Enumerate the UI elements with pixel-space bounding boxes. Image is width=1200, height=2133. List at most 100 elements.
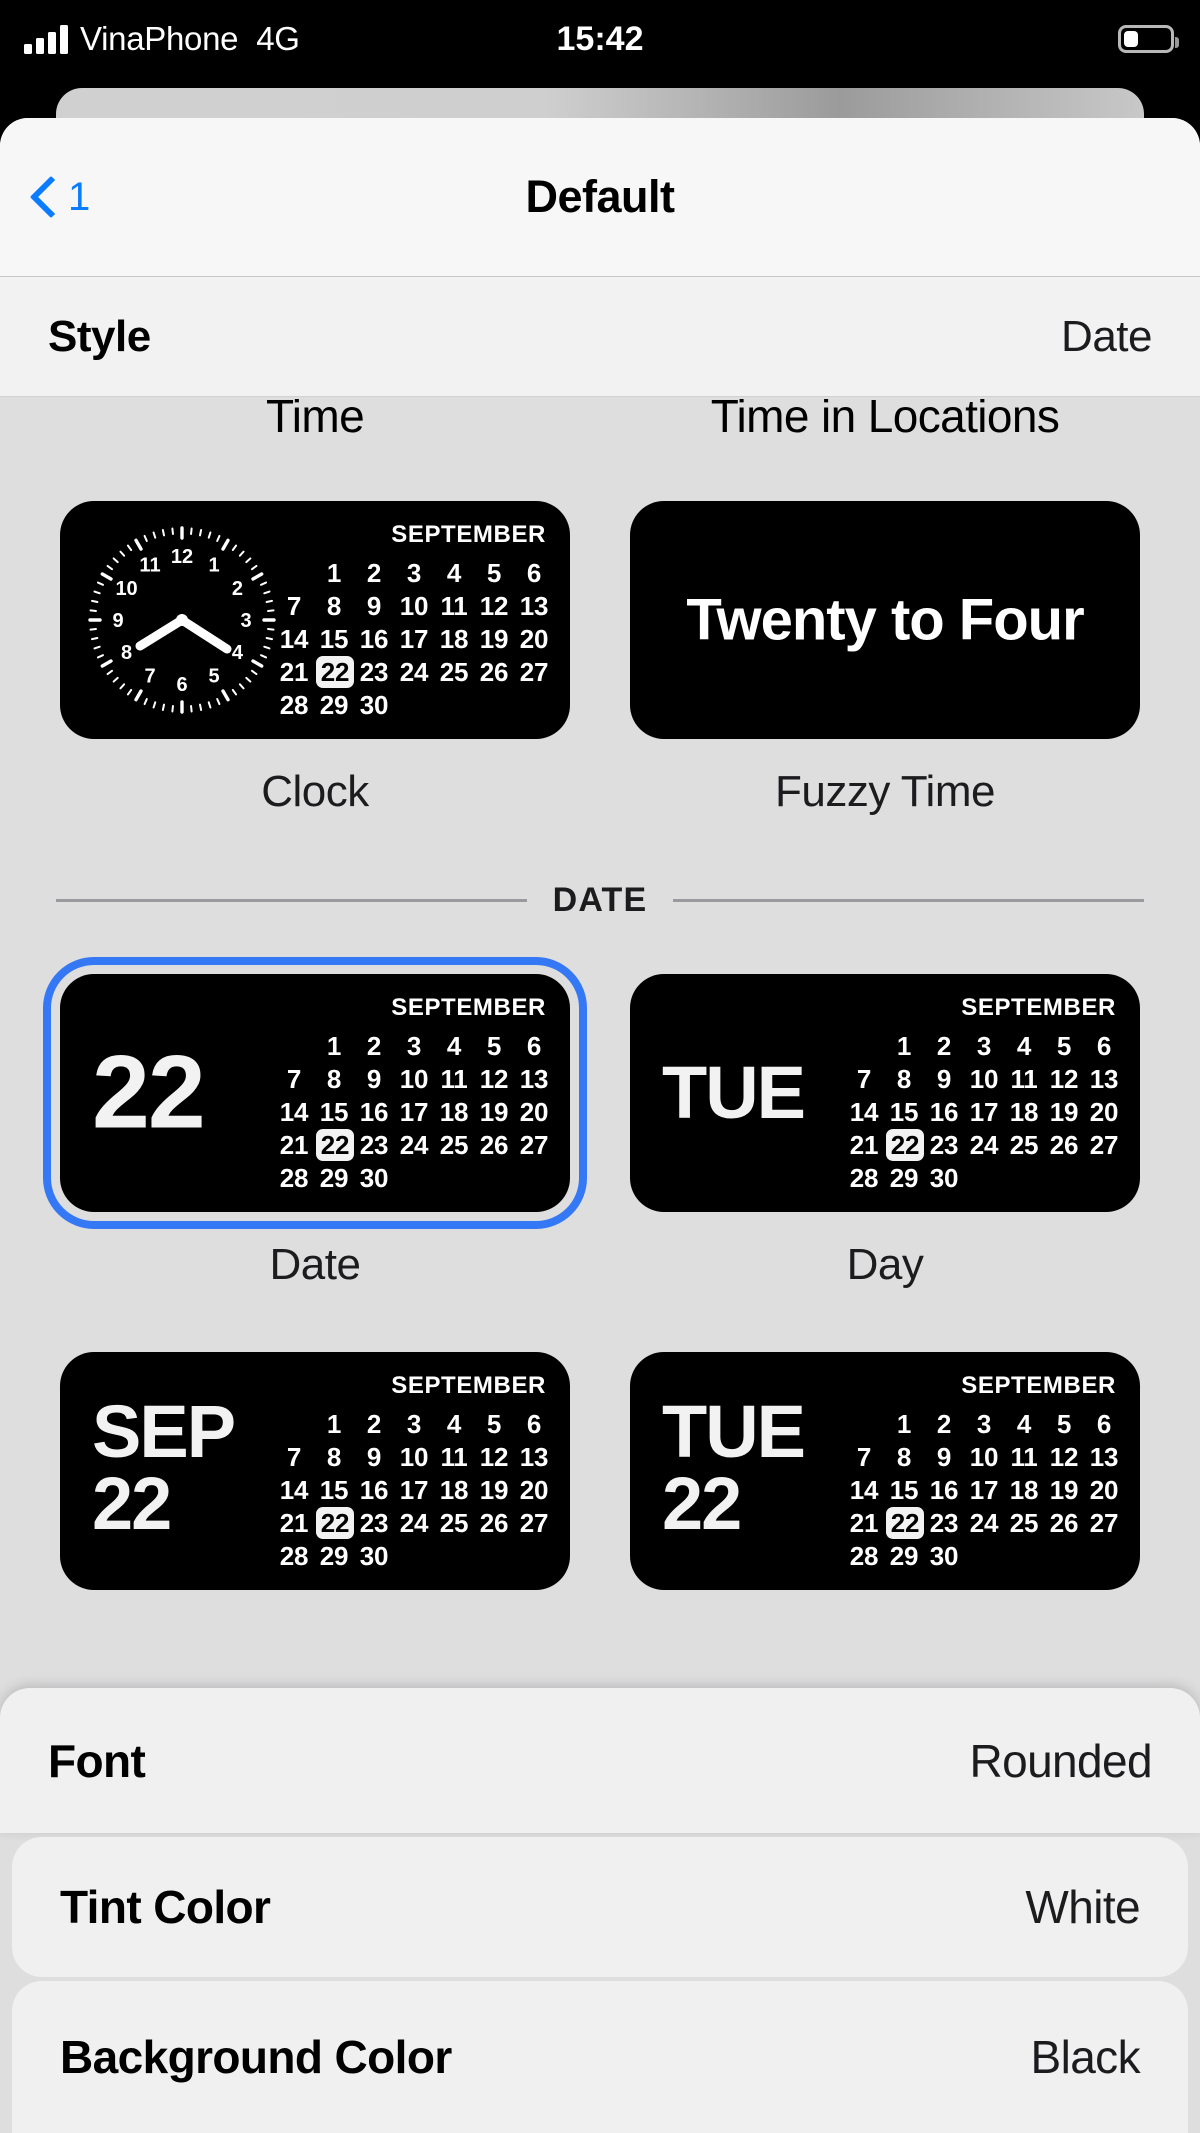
option-label: Font — [48, 1734, 146, 1787]
calendar-day-cell: 12 — [1049, 1442, 1079, 1472]
calendar-day-cell: 14 — [849, 1475, 879, 1505]
calendar-day-cell: 3 — [406, 1409, 422, 1439]
calendar-day-cell: 11 — [440, 1442, 468, 1472]
calendar-day-cell: 15 — [319, 1475, 349, 1505]
widget-month-label: SEPTEMBER — [391, 521, 546, 548]
mini-calendar: 0123456789101112131415161718192021222324… — [276, 557, 552, 722]
calendar-day-cell: 22 — [886, 1507, 924, 1539]
navigation-bar: 1 Default — [0, 118, 1200, 277]
calendar-day-cell: 1 — [326, 1031, 342, 1061]
calendar-day-cell: 6 — [526, 1409, 542, 1439]
calendar-day-cell: 9 — [936, 1064, 952, 1094]
calendar-day-cell: 20 — [519, 1475, 549, 1505]
option-row-background-color[interactable]: Background Color Black — [12, 1981, 1188, 2133]
calendar-day-cell: 7 — [856, 1064, 872, 1094]
calendar-day-cell: 30 — [359, 1541, 389, 1571]
calendar-day-cell: 12 — [1049, 1064, 1079, 1094]
date-section-title: DATE — [552, 881, 648, 919]
calendar-day-cell: 4 — [1016, 1031, 1032, 1061]
calendar-day-cell: 4 — [446, 1031, 462, 1061]
calendar-day-cell: 24 — [399, 1130, 429, 1160]
calendar-day-cell: 9 — [936, 1442, 952, 1472]
calendar-day-cell: 11 — [1010, 1064, 1038, 1094]
style-option-day-date[interactable]: TUE 22 SEPTEMBER 01234567891011121314151… — [630, 1352, 1140, 1590]
svg-text:2: 2 — [232, 578, 243, 600]
calendar-day-cell: 13 — [1089, 1442, 1119, 1472]
calendar-day-cell: 29 — [889, 1541, 919, 1571]
svg-text:10: 10 — [115, 578, 137, 600]
mini-calendar: 0123456789101112131415161718192021222324… — [846, 1030, 1122, 1195]
month-date-widget-preview[interactable]: SEP 22 SEPTEMBER 01234567891011121314151… — [60, 1352, 570, 1590]
calendar-day-cell: 21 — [279, 657, 309, 687]
calendar-day-cell: 26 — [1049, 1130, 1079, 1160]
style-option-month-date[interactable]: SEP 22 SEPTEMBER 01234567891011121314151… — [60, 1352, 570, 1590]
calendar-day-cell: 7 — [286, 1442, 302, 1472]
day-date-widget-glyph: TUE 22 — [662, 1395, 806, 1541]
day-widget-preview[interactable]: TUE SEPTEMBER 01234567891011121314151617… — [630, 974, 1140, 1212]
option-row-tint-color[interactable]: Tint Color White — [12, 1837, 1188, 1977]
calendar-day-cell: 19 — [1049, 1475, 1079, 1505]
calendar-day-cell: 29 — [889, 1163, 919, 1193]
style-option-label: Day — [846, 1240, 924, 1289]
date-widget-glyph: 22 — [92, 1034, 206, 1151]
date-widget-preview[interactable]: 22 SEPTEMBER 012345678910111213141516171… — [43, 957, 587, 1229]
calendar-day-cell: 20 — [1089, 1097, 1119, 1127]
calendar-day-cell: 25 — [439, 1130, 469, 1160]
calendar-day-cell: 29 — [319, 690, 349, 720]
calendar-day-cell: 5 — [1056, 1409, 1072, 1439]
calendar-day-cell: 18 — [439, 1097, 469, 1127]
calendar-day-cell: 10 — [969, 1064, 999, 1094]
fuzzy-time-widget-preview[interactable]: Twenty to Four — [630, 501, 1140, 739]
calendar-day-cell: 4 — [1016, 1409, 1032, 1439]
calendar-day-cell: 15 — [319, 624, 349, 654]
day-date-widget-preview[interactable]: TUE 22 SEPTEMBER 01234567891011121314151… — [630, 1352, 1140, 1590]
calendar-day-cell: 17 — [969, 1475, 999, 1505]
calendar-day-cell: 19 — [1049, 1097, 1079, 1127]
calendar-day-cell: 15 — [319, 1097, 349, 1127]
date-widgets-row-2: SEP 22 SEPTEMBER 01234567891011121314151… — [0, 1352, 1200, 1590]
style-option-clock[interactable]: 121234567891011 SEPTEMBER 01234567891011… — [60, 501, 570, 817]
calendar-day-cell: 26 — [479, 1508, 509, 1538]
calendar-day-cell: 27 — [1089, 1130, 1119, 1160]
style-option-day[interactable]: TUE SEPTEMBER 01234567891011121314151617… — [630, 974, 1140, 1290]
calendar-day-cell: 16 — [929, 1097, 959, 1127]
bottom-options-sheet: Font Rounded Tint Color White Background… — [0, 1688, 1200, 2133]
glyph-line-2: 22 — [92, 1461, 172, 1545]
calendar-day-cell: 24 — [399, 1508, 429, 1538]
calendar-day-cell: 7 — [856, 1442, 872, 1472]
calendar-day-cell: 4 — [446, 1409, 462, 1439]
calendar-day-cell: 4 — [446, 558, 462, 588]
time-section-cut-titles: Time Time in Locations — [0, 399, 1200, 435]
style-option-label: Date — [269, 1240, 361, 1289]
calendar-day-cell: 25 — [1009, 1130, 1039, 1160]
status-bar: VinaPhone 4G 15:42 — [0, 0, 1200, 78]
style-row[interactable]: Style Date — [0, 277, 1200, 397]
calendar-day-cell: 3 — [976, 1031, 992, 1061]
calendar-day-cell: 11 — [1010, 1442, 1038, 1472]
widget-month-label: SEPTEMBER — [961, 1372, 1116, 1399]
cut-title-time: Time — [265, 399, 365, 435]
calendar-day-cell: 30 — [359, 690, 389, 720]
cut-title-cell-time: Time — [60, 399, 570, 435]
cut-title-cell-time-in-locations: Time in Locations — [630, 399, 1140, 435]
calendar-day-cell: 2 — [366, 1031, 382, 1061]
date-section-header: DATE — [0, 881, 1200, 920]
style-option-date[interactable]: 22 SEPTEMBER 012345678910111213141516171… — [43, 957, 587, 1290]
calendar-day-cell: 27 — [1089, 1508, 1119, 1538]
calendar-day-cell: 21 — [849, 1130, 879, 1160]
svg-text:6: 6 — [176, 674, 187, 696]
calendar-day-cell: 3 — [976, 1409, 992, 1439]
option-row-font[interactable]: Font Rounded — [0, 1688, 1200, 1833]
style-option-fuzzy-time[interactable]: Twenty to Four Fuzzy Time — [630, 501, 1140, 817]
calendar-day-cell: 14 — [279, 624, 309, 654]
calendar-day-cell: 15 — [889, 1097, 919, 1127]
calendar-day-cell: 6 — [526, 1031, 542, 1061]
option-value: Black — [1030, 2031, 1141, 2083]
option-value: White — [1025, 1881, 1140, 1933]
calendar-day-cell: 12 — [479, 1064, 509, 1094]
calendar-day-cell: 8 — [326, 1064, 342, 1094]
calendar-day-cell: 21 — [849, 1508, 879, 1538]
calendar-day-cell: 14 — [279, 1475, 309, 1505]
clock-widget-preview[interactable]: 121234567891011 SEPTEMBER 01234567891011… — [60, 501, 570, 739]
calendar-day-cell: 23 — [359, 657, 389, 687]
